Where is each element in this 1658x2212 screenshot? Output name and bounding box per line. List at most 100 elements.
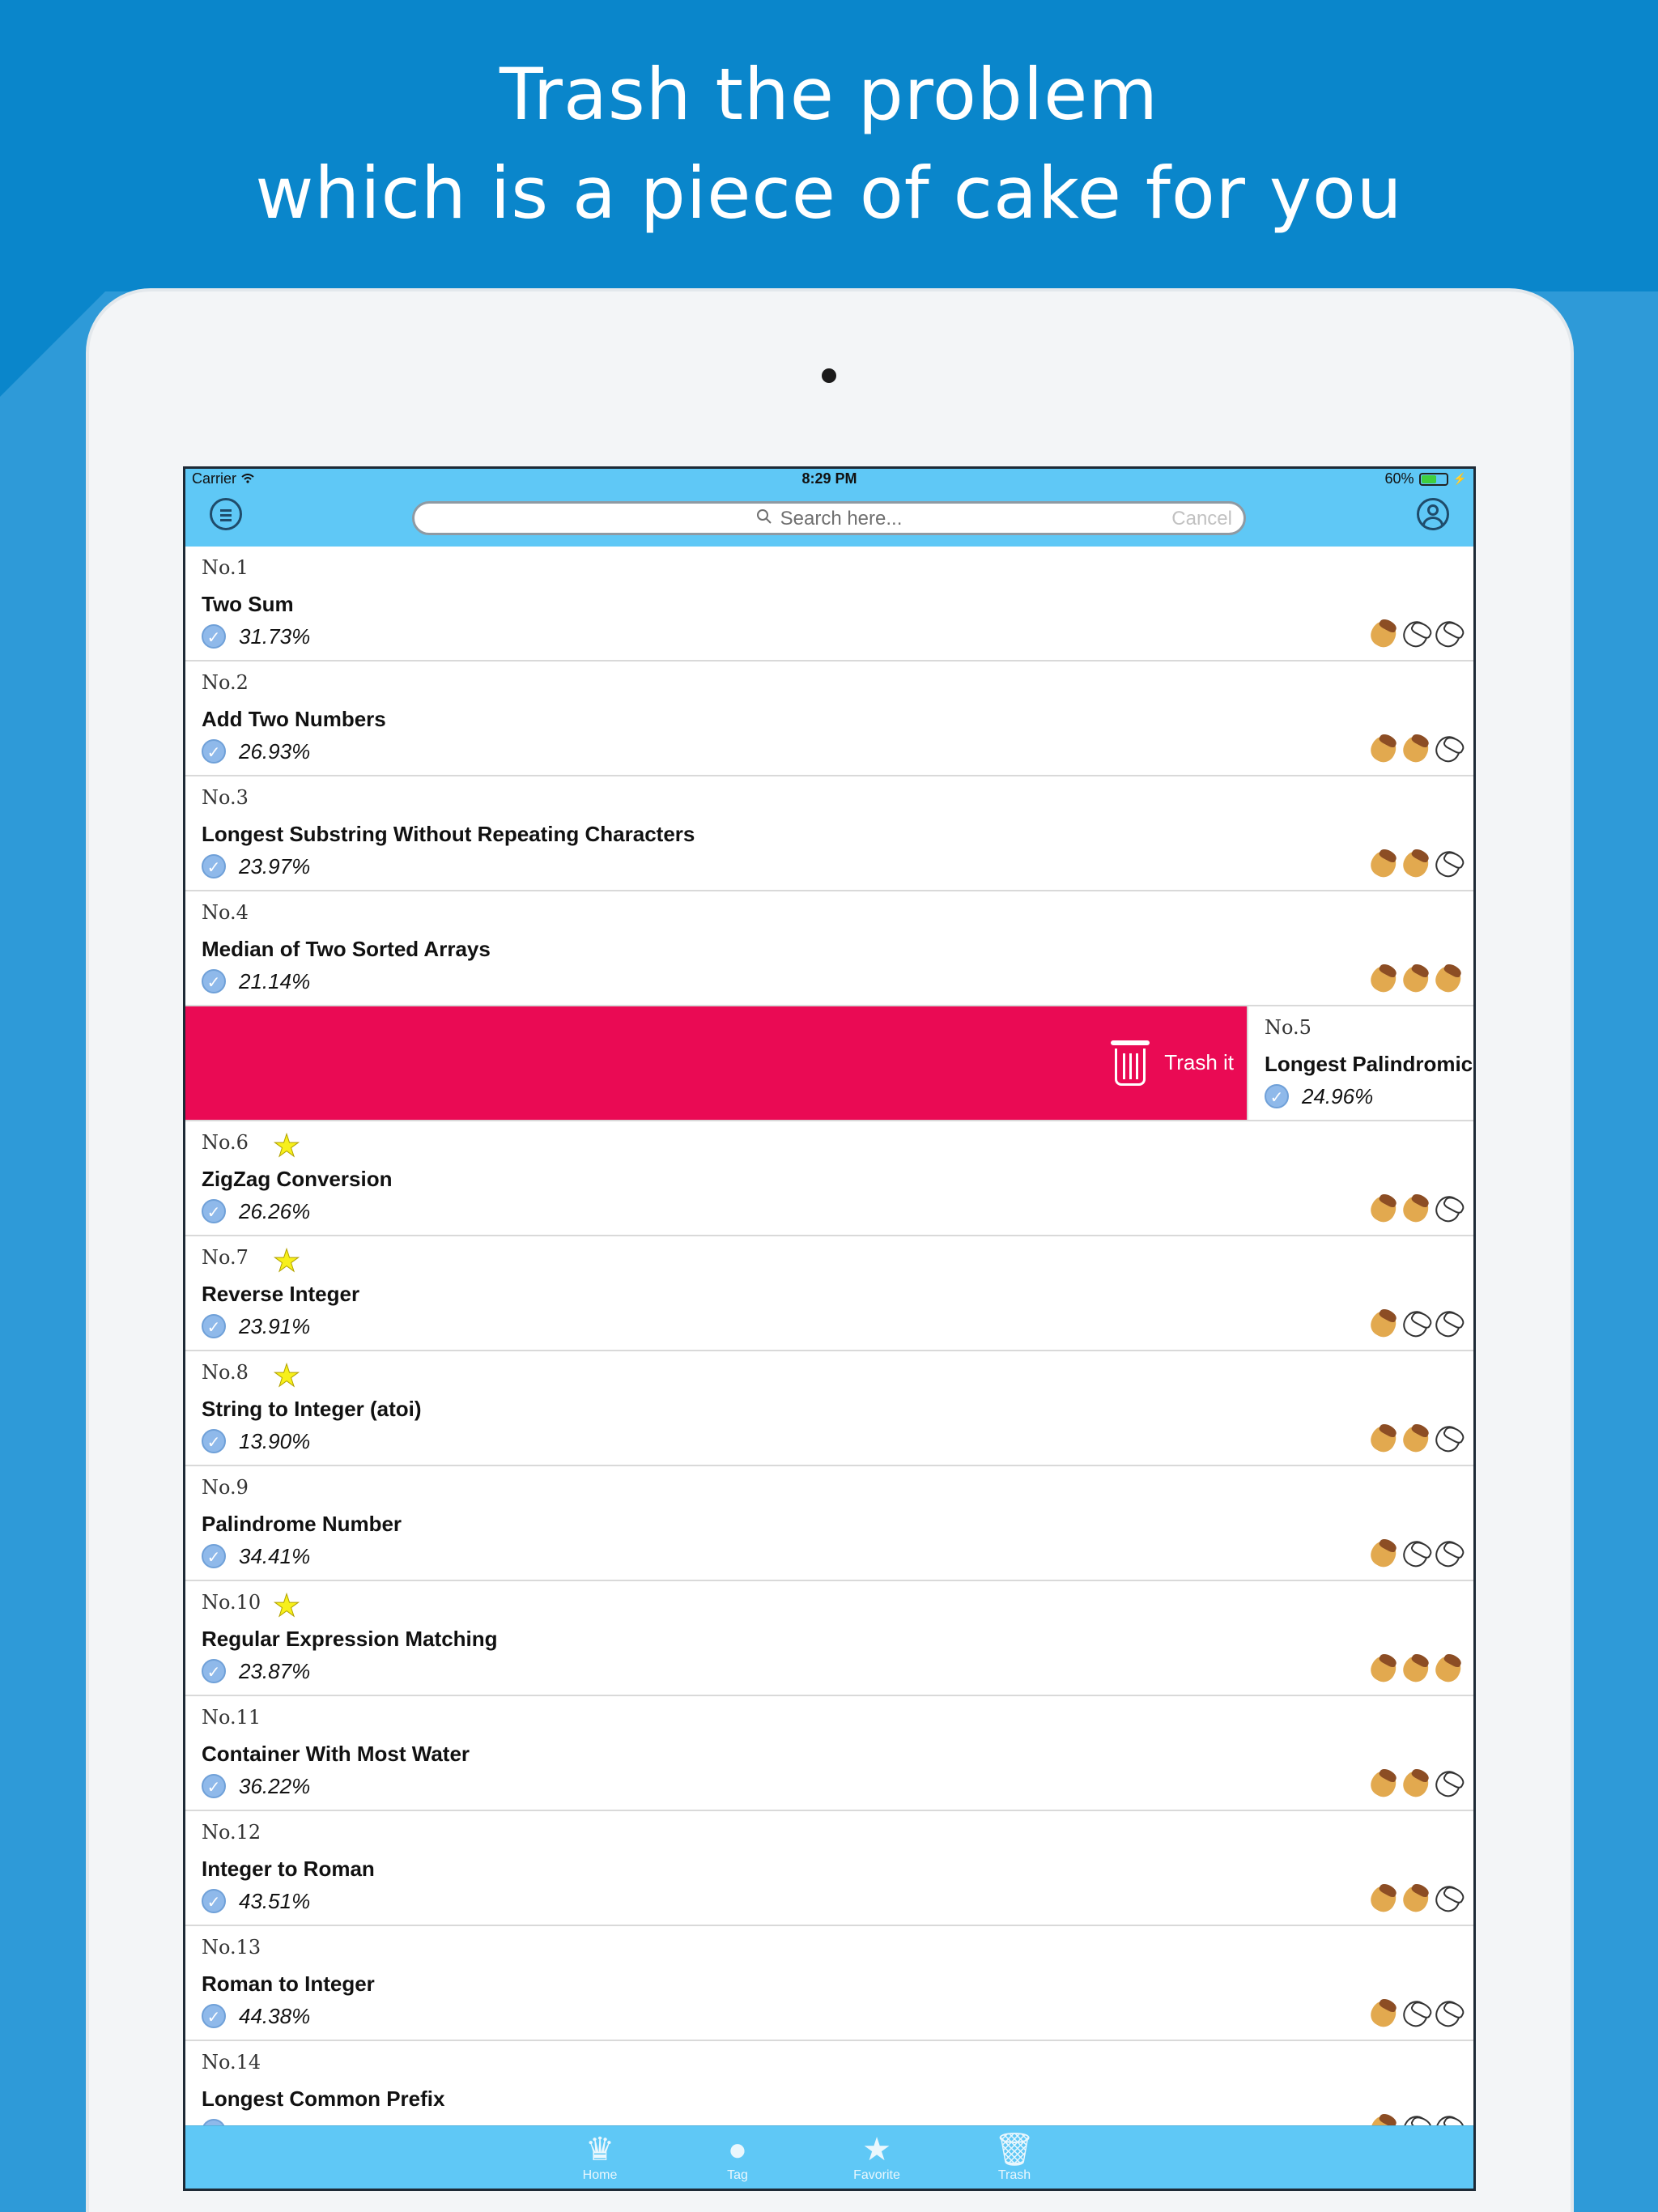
acceptance-check-icon: ✓ (202, 739, 226, 764)
acorn-icon (1399, 1766, 1433, 1802)
problem-title: Two Sum (202, 592, 294, 616)
tab-bar: ♛ Home ● Tag ★ Favorite 🗑 Trash (185, 2125, 1473, 2189)
acceptance-check-icon: ✓ (202, 1429, 226, 1453)
tab-label: Favorite (853, 2168, 900, 2182)
problem-row[interactable]: No.1 Two Sum ✓ 31.73% (185, 547, 1473, 661)
search-bar[interactable]: Search here... Cancel (412, 501, 1246, 535)
acceptance-rate: 13.90% (239, 1429, 311, 1453)
acorn-icon (1367, 731, 1401, 767)
tab-favorite[interactable]: ★ Favorite (828, 2131, 925, 2183)
problem-title: Container With Most Water (202, 1742, 470, 1766)
problem-row[interactable]: No.2 Add Two Numbers ✓ 26.93% (185, 661, 1473, 776)
acceptance-check-icon: ✓ (202, 969, 226, 993)
problem-row[interactable]: No.13 Roman to Integer ✓ 44.38% (185, 1926, 1473, 2041)
trash-action-label: Trash it (1164, 1050, 1234, 1074)
bolt-icon: ⚡ (1452, 472, 1467, 485)
problem-number: No.8 (202, 1361, 249, 1384)
tab-trash[interactable]: 🗑 Trash (966, 2131, 1063, 2183)
tab-tag[interactable]: ● Tag (689, 2131, 786, 2183)
acceptance-check-icon: ✓ (202, 1889, 226, 1913)
problem-list: No.1 Two Sum ✓ 31.73% No.2 Add Two Numbers ✓ 26… (185, 547, 1473, 2156)
user-icon[interactable] (1417, 498, 1449, 530)
problem-title: Longest Substring Without Repeating Char… (202, 822, 695, 846)
acorn-icon (1367, 1191, 1401, 1227)
problem-title: Integer to Roman (202, 1857, 375, 1881)
problem-number: No.9 (202, 1476, 249, 1499)
search-input[interactable]: Search here... (780, 508, 903, 530)
cancel-button[interactable]: Cancel (1171, 508, 1232, 530)
problem-row[interactable]: No.4 Median of Two Sorted Arrays ✓ 21.14% (185, 891, 1473, 1006)
difficulty-rating (1367, 731, 1465, 767)
acorn-icon (1367, 961, 1401, 997)
acceptance-rate: 26.93% (239, 739, 311, 764)
problem-row[interactable]: No.10 ★ Regular Expression Matching ✓ 23.87% (185, 1581, 1473, 1696)
search-icon (756, 508, 772, 530)
problem-row[interactable]: No.11 Container With Most Water ✓ 36.22% (185, 1696, 1473, 1811)
problem-number: No.10 (202, 1591, 261, 1614)
acorn-icon (1399, 1996, 1433, 2031)
menu-icon[interactable] (210, 498, 242, 530)
problem-row-swiped[interactable]: Trash it No.5 Longest Palindromic ✓ 24.96% (185, 1006, 1473, 1121)
headline-line-1: Trash the problem (499, 53, 1159, 136)
acceptance-check-icon: ✓ (202, 624, 226, 649)
difficulty-rating (1367, 1766, 1465, 1802)
favorite-star-icon: ★ (272, 1359, 301, 1394)
acorn-icon (1399, 731, 1433, 767)
favorite-star-icon: ★ (272, 1129, 301, 1164)
acorn-icon (1431, 1996, 1465, 2031)
acceptance-rate: 43.51% (239, 1889, 311, 1913)
camera-dot (822, 368, 836, 383)
problem-title: Roman to Integer (202, 1972, 375, 1996)
problem-title: Longest Common Prefix (202, 2087, 445, 2111)
problem-number: No.14 (202, 2051, 261, 2074)
problem-row[interactable]: No.9 Palindrome Number ✓ 34.41% (185, 1466, 1473, 1581)
problem-row[interactable]: No.6 ★ ZigZag Conversion ✓ 26.26% (185, 1121, 1473, 1236)
acceptance-check-icon: ✓ (202, 854, 226, 878)
acorn-icon (1431, 961, 1465, 997)
acorn-icon (1399, 616, 1433, 652)
acorn-icon (1431, 846, 1465, 882)
difficulty-rating (1367, 1306, 1465, 1342)
acorn-icon (1431, 1766, 1465, 1802)
difficulty-rating (1367, 1881, 1465, 1916)
acorn-icon (1367, 1651, 1401, 1687)
trash-action-button[interactable]: Trash it (185, 1006, 1247, 1120)
difficulty-rating (1367, 961, 1465, 997)
acceptance-rate: 23.97% (239, 854, 311, 878)
problem-row[interactable]: No.3 Longest Substring Without Repeating … (185, 776, 1473, 891)
acorn-icon (1367, 1766, 1401, 1802)
problem-row[interactable]: No.7 ★ Reverse Integer ✓ 23.91% (185, 1236, 1473, 1351)
home-icon: ♛ (585, 2132, 614, 2167)
difficulty-rating (1367, 846, 1465, 882)
problem-row[interactable]: No.12 Integer to Roman ✓ 43.51% (185, 1811, 1473, 1926)
favorite-star-icon: ★ (272, 1244, 301, 1279)
acorn-icon (1399, 1421, 1433, 1457)
acorn-icon (1367, 1421, 1401, 1457)
acorn-icon (1431, 1191, 1465, 1227)
acorn-icon (1399, 1536, 1433, 1572)
acorn-icon (1399, 846, 1433, 882)
problem-title: Add Two Numbers (202, 707, 386, 731)
clock: 8:29 PM (801, 470, 857, 487)
battery-icon (1418, 472, 1448, 486)
problem-number: No.6 (202, 1131, 249, 1154)
acceptance-check-icon: ✓ (1265, 1084, 1289, 1108)
problem-number: No.1 (202, 556, 249, 579)
tab-home[interactable]: ♛ Home (551, 2131, 648, 2183)
headline: Trash the problem which is a piece of ca… (0, 45, 1658, 243)
acceptance-check-icon: ✓ (202, 1774, 226, 1798)
acorn-icon (1367, 846, 1401, 882)
acceptance-check-icon: ✓ (202, 1199, 226, 1223)
acorn-icon (1367, 1536, 1401, 1572)
problem-number: No.2 (202, 671, 249, 694)
problem-number: No.4 (202, 901, 249, 924)
problem-row[interactable]: No.8 ★ String to Integer (atoi) ✓ 13.90% (185, 1351, 1473, 1466)
difficulty-rating (1367, 1996, 1465, 2031)
acorn-icon (1399, 1651, 1433, 1687)
app-screen: Carrier 8:29 PM 60% ⚡ Search here... Can… (183, 466, 1476, 2191)
trash-icon (1111, 1037, 1150, 1087)
acceptance-rate: 36.22% (239, 1774, 311, 1798)
difficulty-rating (1367, 1651, 1465, 1687)
acorn-icon (1431, 1421, 1465, 1457)
acceptance-rate: 23.91% (239, 1314, 311, 1338)
